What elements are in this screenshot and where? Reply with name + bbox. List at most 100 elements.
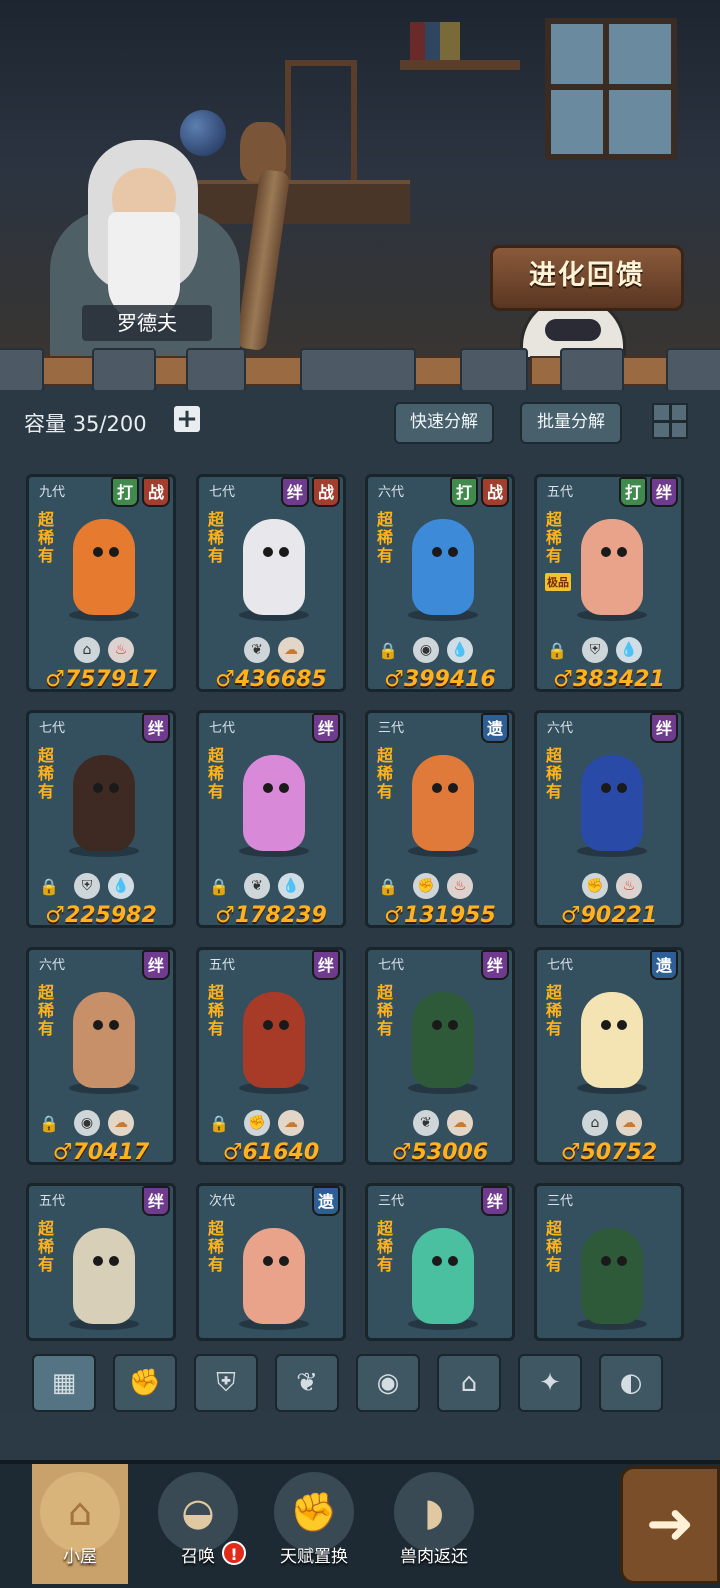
fire-icon: ♨ [447,873,473,899]
generation-label: 三代 [547,1194,574,1209]
pet-card[interactable]: 九代打战超稀有 ⌂ ♨ ♂757917 [26,474,176,692]
nav-fist[interactable]: ✊ 天赋置换 [266,1464,362,1584]
pet-card[interactable]: 七代遗超稀有 ⌂ ☁ ♂50752 [534,947,684,1165]
tag-group: 绊 [650,713,678,743]
grid-view-toggle-icon[interactable] [652,403,688,439]
pet-card[interactable]: 三代遗超稀有 🔒 ✊ ♨ ♂131955 [365,710,515,928]
pet-card[interactable]: 六代绊超稀有 ✊ ♨ ♂90221 [534,710,684,928]
element-icons: ✊ ♨ [537,873,681,899]
generation-label: 三代 [378,721,405,736]
hut-icon: ⌂ [40,1472,120,1552]
batch-decompose-button[interactable]: 批量分解 [520,402,622,444]
pet-card[interactable]: 次代 遗超稀有 [196,1183,346,1341]
power-number: 757917 [64,667,157,692]
leaf-icon: ❦ [244,873,270,899]
summon-alert-icon: ! [222,1541,246,1565]
trait-tag: 绊 [312,950,340,980]
power-number: 178239 [234,903,327,928]
power-value: ♂70417 [52,1140,150,1165]
power-value: ♂131955 [384,903,496,928]
water-icon: 💧 [447,637,473,663]
tag-group: 绊 [312,950,340,980]
pet-sprite [59,511,149,621]
trait-tag: 遗 [481,713,509,743]
element-icons: ⌂ ☁ [537,1110,681,1136]
generation-label: 六代 [39,958,66,973]
water-icon: 💧 [108,873,134,899]
element-icons: ⛨ 💧 [29,873,173,899]
pet-card[interactable]: 七代绊超稀有 ❦ ☁ ♂53006 [365,947,515,1165]
star-filter-button[interactable]: ✦ [518,1354,582,1412]
tag-group: 绊战 [281,477,340,507]
pet-sprite [229,747,319,857]
leaf-icon: ❦ [244,637,270,663]
generation-label: 次代 [209,1194,236,1209]
pet-card[interactable]: 三代 超稀有 [534,1183,684,1341]
power-number: 225982 [64,903,157,928]
rarity-label: 超稀有 [37,1219,54,1274]
trait-tag: 绊 [312,713,340,743]
power-value: ♂436685 [215,667,327,692]
pet-card[interactable]: 五代绊超稀有 🔒 ✊ ☁ ♂61640 [196,947,346,1165]
nav-egg[interactable]: ◒ 召唤 [150,1464,246,1584]
leaf-icon: ❦ [296,1368,318,1398]
rarity-label: 超稀有 [376,983,393,1038]
leaf-filter-button[interactable]: ❦ [275,1354,339,1412]
trait-tag: 绊 [481,1186,509,1216]
power-number: 90221 [580,903,658,928]
fist-filter-button[interactable]: ✊ [113,1354,177,1412]
pet-sprite [567,1220,657,1330]
pet-sprite [229,1220,319,1330]
power-value: ♂399416 [384,667,496,692]
generation-label: 七代 [209,721,236,736]
tag-group: 遗 [650,950,678,980]
rarity-label: 超稀有 [207,746,224,801]
trait-tag: 绊 [142,1186,170,1216]
shield-filter-button[interactable]: ⛨ [194,1354,258,1412]
evolve-feedback-button[interactable]: 进化回馈 [490,245,684,311]
power-number: 399416 [403,667,496,692]
eye-filter-button[interactable]: ◐ [599,1354,663,1412]
element-icons: ✊ ♨ [368,873,512,899]
alien-filter-button[interactable]: ◉ [356,1354,420,1412]
rarity-label: 超稀有 [545,1219,562,1274]
tag-group: 绊 [481,1186,509,1216]
pet-sprite [398,1220,488,1330]
nav-meat[interactable]: ◗ 兽肉返还 [386,1464,482,1584]
fist-icon: ✊ [274,1472,354,1552]
rarity-label: 超稀有 [37,983,54,1038]
pet-card[interactable]: 五代 绊超稀有 [26,1183,176,1341]
trait-tag: 遗 [650,950,678,980]
trait-tag: 绊 [142,713,170,743]
element-icons: ⌂ ♨ [29,637,173,663]
rarity-label: 超稀有 [545,510,562,565]
generation-label: 七代 [378,958,405,973]
tag-group: 绊 [142,1186,170,1216]
pet-sprite [59,747,149,857]
trait-tag: 遗 [312,1186,340,1216]
pet-sprite [567,511,657,621]
fist-icon: ✊ [582,873,608,899]
power-value: ♂757917 [45,667,157,692]
crest-filter-button[interactable]: ⌂ [437,1354,501,1412]
hut-scene: 罗德夫 进化回馈 [0,0,720,380]
quick-decompose-button[interactable]: 快速分解 [394,402,494,444]
crest-icon: ⌂ [460,1368,478,1398]
pet-card[interactable]: 七代绊超稀有 🔒 ⛨ 💧 ♂225982 [26,710,176,928]
pet-card[interactable]: 六代打战超稀有 🔒 ◉ 💧 ♂399416 [365,474,515,692]
pet-card[interactable]: 三代 绊超稀有 [365,1183,515,1341]
nav-hut[interactable]: ⌂ 小屋 [32,1464,128,1584]
pet-card[interactable]: 五代打绊超稀有 极品 🔒 ⛨ 💧 ♂383421 [534,474,684,692]
pet-card[interactable]: 七代绊战超稀有 ❦ ☁ ♂436685 [196,474,346,692]
expand-capacity-button[interactable]: + [174,406,200,432]
pet-card[interactable]: 六代绊超稀有 🔒 ◉ ☁ ♂70417 [26,947,176,1165]
stone-wall-divider [0,348,720,392]
tag-group: 绊 [142,950,170,980]
pet-card[interactable]: 七代绊超稀有 🔒 ❦ 💧 ♂178239 [196,710,346,928]
bookshelf [400,60,520,70]
next-arrow-button[interactable]: ➜ [620,1466,720,1584]
power-value: ♂50752 [560,1140,658,1165]
generation-label: 五代 [209,958,236,973]
alien-icon: ◉ [376,1368,400,1398]
all-filter-button[interactable]: ▦ [32,1354,96,1412]
